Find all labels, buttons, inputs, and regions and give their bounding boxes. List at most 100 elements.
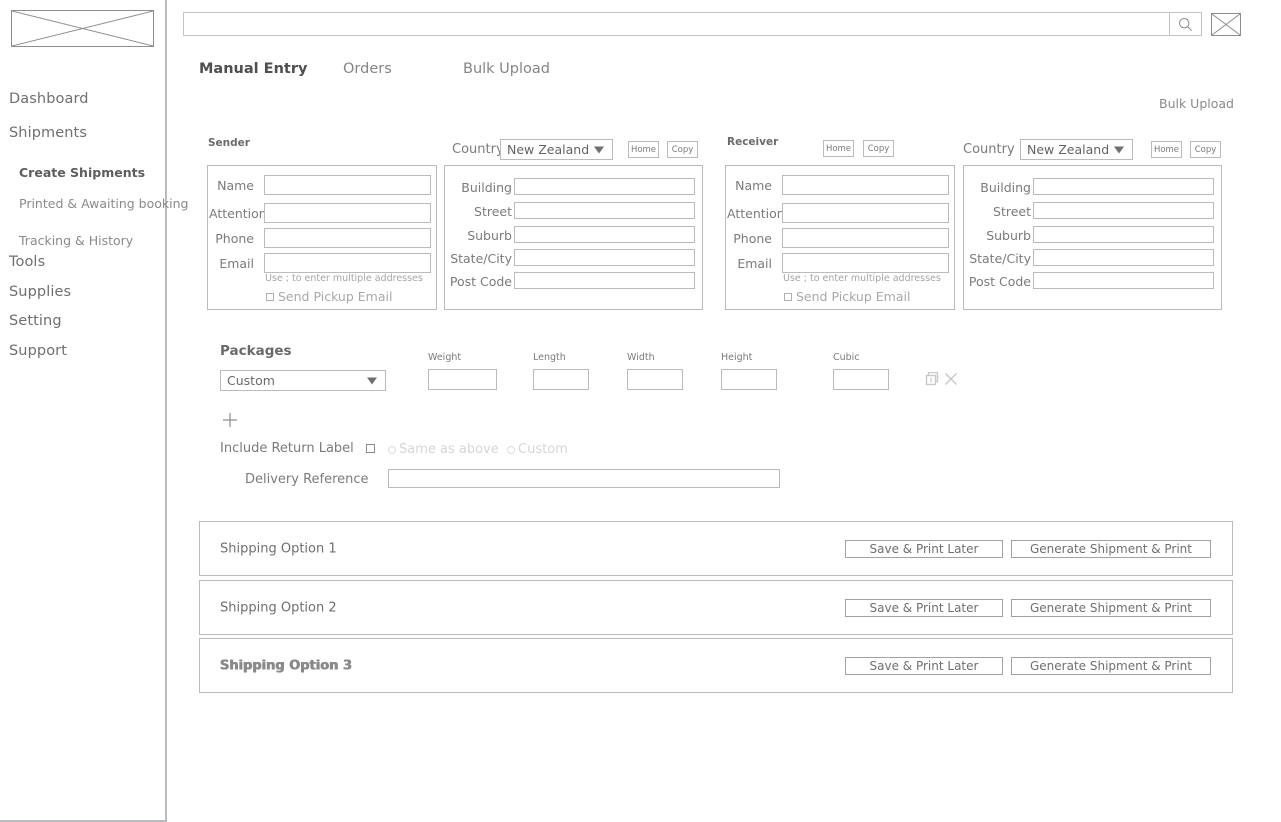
search-input[interactable] [184, 13, 1201, 35]
sidebar-item-printed-awaiting-booking[interactable]: Printed & Awaiting booking [19, 196, 188, 211]
sender-post-code-input[interactable] [514, 272, 695, 289]
receiver-name-input[interactable] [782, 175, 949, 195]
package-weight-input[interactable] [428, 369, 497, 390]
package-type-select[interactable]: Custom [220, 370, 386, 391]
sidebar-item-create-shipments[interactable]: Create Shipments [19, 165, 145, 180]
sender-post-code-label: Post Code [449, 274, 512, 289]
sidebar-item-tracking-history[interactable]: Tracking & History [19, 233, 133, 248]
search-glyph [1178, 17, 1193, 31]
shipping-option-label: Shipping Option 2 [220, 600, 337, 615]
receiver-phone-input[interactable] [782, 228, 949, 248]
chevron-down-icon [1114, 146, 1124, 153]
radio-custom-icon[interactable] [507, 445, 515, 454]
receiver-phone-label: Phone [733, 231, 772, 246]
receiver-country-label: Country [963, 142, 1015, 157]
generate-shipment-and-print-button[interactable]: Generate Shipment & Print [1011, 598, 1211, 617]
sender-street-input[interactable] [514, 202, 695, 219]
duplicate-icon[interactable] [925, 371, 939, 386]
receiver-suburb-input[interactable] [1033, 226, 1214, 243]
receiver-heading: Receiver [727, 136, 779, 148]
sidebar-item-support[interactable]: Support [9, 343, 67, 359]
sidebar-item-setting[interactable]: Setting [9, 313, 62, 329]
receiver-attention-label: Attention [727, 206, 785, 221]
add-package-button[interactable] [222, 412, 238, 428]
include-return-label: Include Return Label [220, 441, 354, 456]
sender-attention-input[interactable] [264, 203, 431, 223]
receiver-email-input[interactable] [782, 253, 949, 273]
package-width-input[interactable] [627, 369, 683, 390]
sender-country-copy-button[interactable]: Copy [667, 141, 698, 158]
include-return-checkbox[interactable] [365, 444, 375, 453]
receiver-post-code-input[interactable] [1033, 272, 1214, 289]
packages-title: Packages [220, 343, 292, 359]
chevron-down-icon [594, 146, 604, 153]
tab-orders[interactable]: Orders [343, 61, 392, 77]
sender-country-label: Country [452, 142, 504, 157]
receiver-street-input[interactable] [1033, 202, 1214, 219]
radio-same-as-above-icon[interactable] [388, 445, 396, 454]
sender-suburb-input[interactable] [514, 226, 695, 243]
sender-country-select[interactable]: New Zealand [500, 139, 613, 160]
receiver-country-copy-button[interactable]: Copy [1190, 141, 1221, 158]
sender-state-city-input[interactable] [514, 249, 695, 266]
sender-heading: Sender [208, 137, 250, 149]
receiver-post-code-label: Post Code [968, 274, 1031, 289]
package-length-input[interactable] [533, 369, 589, 390]
shipping-option-row[interactable]: Shipping Option 3 Save & Print Later Gener… [199, 638, 1233, 693]
app-root: Dashboard Shipments Create Shipments Printe… [0, 0, 1281, 822]
sender-send-pickup-email-checkbox[interactable] [266, 292, 274, 301]
receiver-country-home-button[interactable]: Home [1151, 141, 1182, 158]
shipping-option-row[interactable]: Shipping Option 2 Save & Print Later Gener… [199, 580, 1233, 635]
return-option-custom[interactable]: Custom [507, 442, 568, 457]
receiver-email-hint: Use ; to enter multiple addresses [783, 273, 941, 284]
sidebar: Dashboard Shipments Create Shipments Printe… [0, 0, 188, 822]
sender-email-input[interactable] [264, 253, 431, 273]
receiver-building-input[interactable] [1033, 178, 1214, 195]
sidebar-item-tools[interactable]: Tools [9, 254, 45, 270]
sidebar-item-shipments[interactable]: Shipments [9, 125, 87, 141]
sender-building-label: Building [461, 180, 512, 195]
bulk-upload-link[interactable]: Bulk Upload [1159, 96, 1234, 111]
save-and-print-later-button[interactable]: Save & Print Later [845, 598, 1003, 617]
receiver-header-home-button[interactable]: Home [823, 140, 854, 157]
receiver-send-pickup-email-row[interactable]: Send Pickup Email [784, 289, 910, 304]
remove-package-icon[interactable] [944, 371, 958, 385]
return-option-custom-label: Custom [518, 442, 568, 457]
duplicate-glyph [925, 371, 939, 386]
sender-phone-input[interactable] [264, 228, 431, 248]
package-cubic-input[interactable] [833, 369, 889, 390]
sender-street-label: Street [474, 204, 512, 219]
receiver-attention-input[interactable] [782, 203, 949, 223]
receiver-state-city-label: State/City [969, 251, 1031, 266]
package-height-input[interactable] [721, 369, 777, 390]
receiver-country-select[interactable]: New Zealand [1020, 139, 1133, 160]
logo-placeholder [11, 10, 154, 47]
receiver-email-label: Email [737, 256, 772, 271]
delivery-reference-input[interactable] [388, 469, 780, 488]
receiver-send-pickup-email-checkbox[interactable] [784, 292, 792, 301]
tab-manual-entry[interactable]: Manual Entry [199, 61, 307, 77]
generate-shipment-and-print-button[interactable]: Generate Shipment & Print [1011, 656, 1211, 675]
receiver-state-city-input[interactable] [1033, 249, 1214, 266]
save-and-print-later-button[interactable]: Save & Print Later [845, 656, 1003, 675]
receiver-building-label: Building [980, 180, 1031, 195]
shipping-option-row[interactable]: Shipping Option 1 Save & Print Later Gener… [199, 521, 1233, 576]
close-icon [945, 373, 957, 385]
sidebar-item-supplies[interactable]: Supplies [9, 284, 71, 300]
package-type-value: Custom [227, 373, 275, 388]
return-option-same-as-above-label: Same as above [399, 442, 499, 457]
envelope-icon[interactable] [1211, 13, 1241, 36]
tab-bulk-upload[interactable]: Bulk Upload [463, 61, 550, 77]
return-option-same-as-above[interactable]: Same as above [388, 442, 499, 457]
sender-building-input[interactable] [514, 178, 695, 195]
sender-name-input[interactable] [264, 175, 431, 195]
save-and-print-later-button[interactable]: Save & Print Later [845, 539, 1003, 558]
search-bar[interactable] [183, 12, 1202, 36]
search-icon[interactable] [1169, 13, 1201, 35]
sender-send-pickup-email-row[interactable]: Send Pickup Email [266, 289, 392, 304]
sender-country-home-button[interactable]: Home [628, 141, 659, 158]
receiver-header-copy-button[interactable]: Copy [863, 140, 894, 157]
sidebar-item-dashboard[interactable]: Dashboard [9, 91, 89, 107]
generate-shipment-and-print-button[interactable]: Generate Shipment & Print [1011, 539, 1211, 558]
shipping-option-label: Shipping Option 1 [220, 541, 337, 556]
